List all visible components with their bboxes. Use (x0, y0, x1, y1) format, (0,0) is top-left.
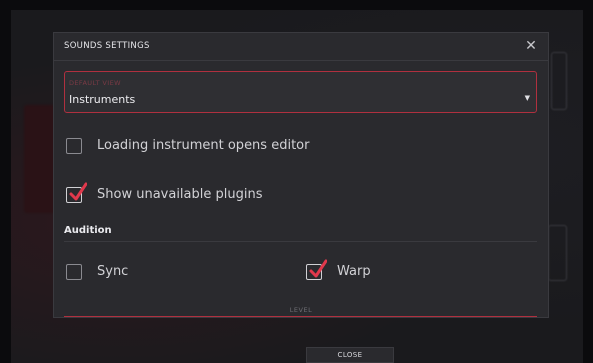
checkmark-icon (309, 259, 327, 278)
sounds-settings-dialog: SOUNDS SETTINGS ✕ DEFAULT VIEW Instrumen… (53, 32, 549, 318)
show-unavailable-plugins-label: Show unavailable plugins (97, 187, 263, 202)
show-unavailable-plugins-option[interactable]: Show unavailable plugins (66, 182, 286, 207)
dialog-title: SOUNDS SETTINGS (64, 41, 150, 51)
sync-checkbox[interactable] (66, 264, 82, 280)
background-left-panel (24, 105, 56, 213)
warp-label: Warp (337, 264, 371, 279)
loading-opens-editor-label: Loading instrument opens editor (97, 138, 310, 153)
warp-option[interactable]: Warp (306, 259, 406, 284)
loading-opens-editor-option[interactable]: Loading instrument opens editor (66, 136, 326, 158)
default-view-value: Instruments (69, 93, 136, 106)
show-unavailable-plugins-checkbox[interactable] (66, 182, 87, 203)
close-icon[interactable]: ✕ (523, 38, 539, 54)
close-button[interactable]: CLOSE (306, 347, 394, 363)
level-label: LEVEL (289, 306, 313, 314)
audition-divider (64, 241, 537, 242)
warp-checkbox[interactable] (306, 259, 327, 280)
background-right-panel (551, 52, 567, 110)
default-view-dropdown[interactable]: DEFAULT VIEW Instruments ▼ (64, 71, 537, 113)
default-view-label: DEFAULT VIEW (69, 79, 121, 87)
loading-opens-editor-checkbox[interactable] (66, 138, 82, 154)
caret-down-icon: ▼ (524, 94, 530, 102)
sync-label: Sync (97, 264, 129, 279)
dialog-header: SOUNDS SETTINGS ✕ (54, 33, 548, 61)
audition-section-title: Audition (64, 225, 112, 236)
checkmark-icon (69, 182, 87, 201)
level-slider[interactable] (64, 316, 537, 317)
sync-option[interactable]: Sync (66, 262, 166, 284)
background-right-panel-lower (548, 225, 567, 281)
